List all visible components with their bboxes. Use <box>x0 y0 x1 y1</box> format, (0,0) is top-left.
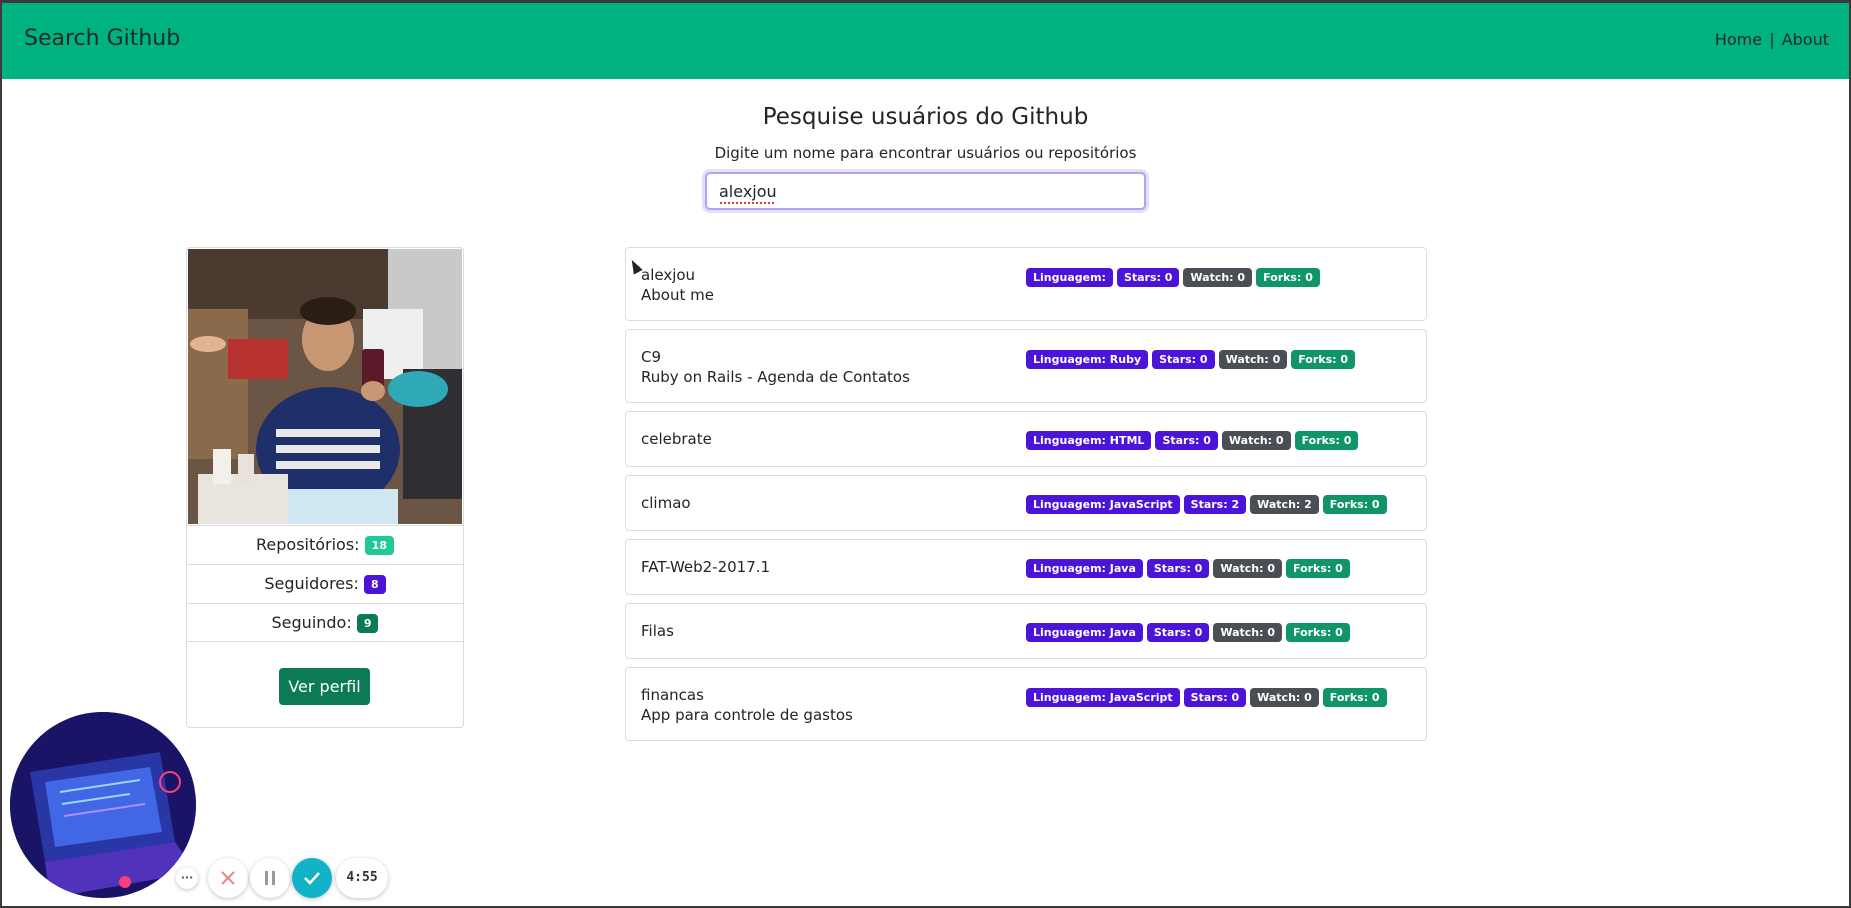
repo-badges: Linguagem: Stars: 0 Watch: 0 Forks: 0 <box>1026 268 1320 287</box>
repo-card[interactable]: celebrate Linguagem: HTML Stars: 0 Watch… <box>625 411 1427 467</box>
webcam-bubble[interactable] <box>10 712 196 898</box>
pause-icon <box>265 871 275 885</box>
stat-label: Seguidores: <box>264 574 359 593</box>
navbar: Search Github Home | About <box>2 3 1849 79</box>
nav-link-home[interactable]: Home <box>1715 30 1762 49</box>
language-badge: Linguagem: JavaScript <box>1026 688 1180 707</box>
search-input[interactable] <box>707 174 1144 208</box>
stat-repositories: Repositórios: 18 <box>187 525 463 564</box>
repo-card[interactable]: climao Linguagem: JavaScript Stars: 2 Wa… <box>625 475 1427 531</box>
repo-description: About me <box>641 286 714 304</box>
repo-card[interactable]: financas App para controle de gastos Lin… <box>625 667 1427 741</box>
repo-card[interactable]: FAT-Web2-2017.1 Linguagem: Java Stars: 0… <box>625 539 1427 595</box>
stat-following: Seguindo: 9 <box>187 603 463 642</box>
forks-badge: Forks: 0 <box>1286 623 1350 642</box>
repo-badges: Linguagem: JavaScript Stars: 0 Watch: 0 … <box>1026 688 1387 707</box>
watch-badge: Watch: 0 <box>1218 350 1288 369</box>
stat-label: Repositórios: <box>256 535 360 554</box>
stat-label: Seguindo: <box>271 613 352 632</box>
page-subtitle: Digite um nome para encontrar usuários o… <box>714 144 1137 162</box>
watch-badge: Watch: 0 <box>1213 623 1282 642</box>
nav-link-about[interactable]: About <box>1782 30 1829 49</box>
repo-name[interactable]: financas <box>641 686 704 704</box>
stars-badge: Stars: 2 <box>1183 495 1247 514</box>
following-count-badge: 9 <box>356 614 379 633</box>
repo-description: App para controle de gastos <box>641 706 853 724</box>
forks-badge: Forks: 0 <box>1286 559 1350 578</box>
repo-badges: Linguagem: Ruby Stars: 0 Watch: 0 Forks:… <box>1026 350 1356 369</box>
repo-card[interactable]: alexjou About me Linguagem: Stars: 0 Wat… <box>625 247 1427 321</box>
forks-badge: Forks: 0 <box>1322 688 1387 707</box>
stars-badge: Stars: 0 <box>1146 623 1210 642</box>
repo-card[interactable]: C9 Ruby on Rails - Agenda de Contatos Li… <box>625 329 1427 403</box>
watch-badge: Watch: 2 <box>1250 495 1319 514</box>
brand-title[interactable]: Search Github <box>24 26 180 51</box>
stars-badge: Stars: 0 <box>1155 431 1218 450</box>
stars-badge: Stars: 0 <box>1146 559 1210 578</box>
finish-recording-button[interactable] <box>292 858 332 898</box>
profile-card: Repositórios: 18 Seguidores: 8 Seguindo:… <box>186 247 464 728</box>
avatar-photo <box>188 249 462 524</box>
language-badge: Linguagem: <box>1026 268 1113 287</box>
repo-name[interactable]: Filas <box>641 622 674 640</box>
repo-badges: Linguagem: JavaScript Stars: 2 Watch: 2 … <box>1026 495 1387 514</box>
search-box <box>705 172 1146 210</box>
stars-badge: Stars: 0 <box>1183 688 1247 707</box>
language-badge: Linguagem: Java <box>1026 559 1143 578</box>
repo-badges: Linguagem: Java Stars: 0 Watch: 0 Forks:… <box>1026 559 1350 578</box>
nav-links: Home | About <box>1715 30 1829 49</box>
repo-name[interactable]: alexjou <box>641 266 695 284</box>
more-button[interactable]: ··· <box>176 867 198 889</box>
avatar <box>188 249 462 524</box>
repo-name[interactable]: C9 <box>641 348 661 366</box>
repo-badges: Linguagem: Java Stars: 0 Watch: 0 Forks:… <box>1026 623 1350 642</box>
stars-badge: Stars: 0 <box>1152 350 1215 369</box>
watch-badge: Watch: 0 <box>1183 268 1253 287</box>
view-profile-button[interactable]: Ver perfil <box>279 668 370 705</box>
forks-badge: Forks: 0 <box>1256 268 1320 287</box>
watch-badge: Watch: 0 <box>1221 431 1291 450</box>
repositories-count-badge: 18 <box>364 536 394 555</box>
forks-badge: Forks: 0 <box>1322 495 1387 514</box>
webcam-image <box>10 712 196 898</box>
language-badge: Linguagem: HTML <box>1026 431 1152 450</box>
repo-description: Ruby on Rails - Agenda de Contatos <box>641 368 910 386</box>
language-badge: Linguagem: JavaScript <box>1026 495 1180 514</box>
forks-badge: Forks: 0 <box>1291 350 1356 369</box>
stat-followers: Seguidores: 8 <box>187 564 463 603</box>
cancel-recording-button[interactable] <box>208 858 248 898</box>
repo-name[interactable]: celebrate <box>641 430 712 448</box>
watch-badge: Watch: 0 <box>1250 688 1319 707</box>
nav-separator: | <box>1769 30 1775 49</box>
language-badge: Linguagem: Java <box>1026 623 1143 642</box>
forks-badge: Forks: 0 <box>1294 431 1359 450</box>
followers-count-badge: 8 <box>363 575 386 594</box>
check-icon <box>304 872 320 885</box>
close-icon <box>221 871 235 885</box>
watch-badge: Watch: 0 <box>1213 559 1282 578</box>
recording-timer: 4:55 <box>336 858 388 898</box>
repo-name[interactable]: climao <box>641 494 691 512</box>
repo-badges: Linguagem: HTML Stars: 0 Watch: 0 Forks:… <box>1026 431 1359 450</box>
pause-recording-button[interactable] <box>250 858 290 898</box>
page-title: Pesquise usuários do Github <box>762 104 1089 130</box>
repo-card[interactable]: Filas Linguagem: Java Stars: 0 Watch: 0 … <box>625 603 1427 659</box>
more-icon: ··· <box>180 871 194 884</box>
stars-badge: Stars: 0 <box>1116 268 1180 287</box>
repo-name[interactable]: FAT-Web2-2017.1 <box>641 558 770 576</box>
language-badge: Linguagem: Ruby <box>1026 350 1149 369</box>
